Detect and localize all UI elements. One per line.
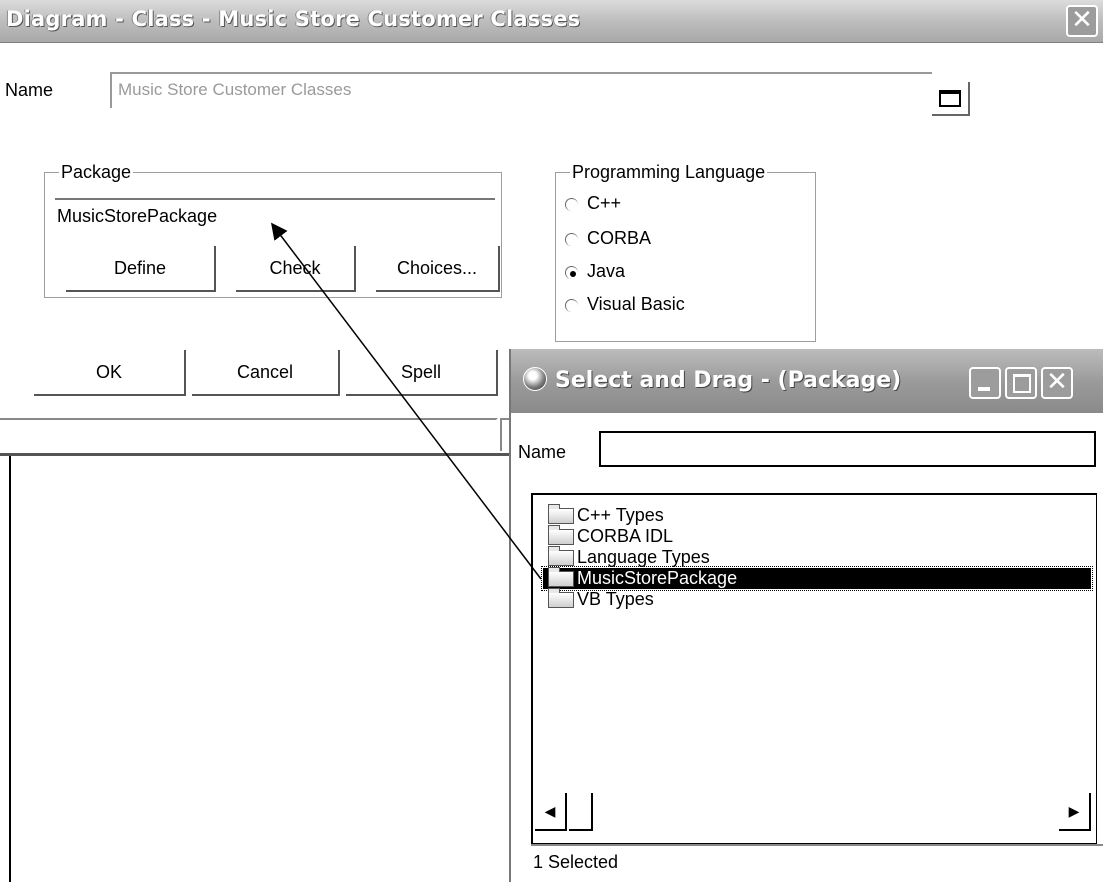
radio-label: Java — [587, 261, 626, 281]
package-value: MusicStorePackage — [57, 206, 218, 226]
status-bar — [0, 418, 498, 451]
package-legend: Package — [61, 162, 132, 182]
name-label: Name — [5, 80, 54, 100]
radio-circle-icon — [565, 198, 578, 211]
cancel-button[interactable]: Cancel — [192, 350, 340, 396]
window-icon — [939, 90, 961, 107]
programming-language-legend: Programming Language — [572, 162, 766, 182]
package-field[interactable]: MusicStorePackage — [55, 198, 495, 230]
tree-item-label: VB Types — [577, 589, 654, 609]
define-button[interactable]: Define — [66, 246, 216, 292]
radio-label: CORBA — [587, 228, 652, 248]
choices-button[interactable]: Choices... — [376, 246, 500, 292]
tree-item[interactable]: CORBA IDL — [543, 525, 1091, 547]
tree-item-label: CORBA IDL — [577, 526, 674, 546]
folder-icon — [548, 567, 574, 587]
select-and-drag-window: Select and Drag - (Package) ✕ Name C++ T… — [509, 349, 1103, 882]
horizontal-scrollbar[interactable]: ◀ ▶ — [531, 793, 1097, 837]
radio-circle-icon — [565, 299, 578, 312]
ok-button[interactable]: OK — [34, 350, 186, 396]
folder-icon — [548, 546, 574, 566]
window-edge — [9, 456, 11, 882]
name-label: Name — [518, 442, 567, 462]
radio-label: C++ — [587, 193, 622, 213]
maximize-icon[interactable] — [1005, 367, 1037, 399]
tree-item-label: Language Types — [577, 547, 710, 567]
select-drag-title: Select and Drag - (Package) — [555, 368, 902, 393]
window-restore-button[interactable] — [932, 82, 970, 116]
spell-button[interactable]: Spell — [346, 350, 498, 396]
app-icon — [523, 367, 547, 391]
close-icon[interactable]: ✕ — [1041, 367, 1073, 399]
close-icon[interactable]: ✕ — [1066, 5, 1098, 37]
tree-item[interactable]: C++ Types — [543, 504, 1091, 526]
tree-item-label: C++ Types — [577, 505, 664, 525]
status-bar: 1 Selected — [531, 844, 1103, 878]
radio-label: Visual Basic — [587, 294, 685, 314]
select-drag-title-bar[interactable]: Select and Drag - (Package) ✕ — [511, 349, 1103, 413]
minimize-icon[interactable] — [969, 367, 1001, 399]
scroll-left-icon[interactable]: ◀ — [535, 793, 567, 831]
folder-icon — [548, 504, 574, 524]
tree-item[interactable]: VB Types — [543, 588, 1091, 610]
scroll-right-icon[interactable]: ▶ — [1059, 793, 1091, 831]
name-value: Music Store Customer Classes — [118, 80, 352, 99]
title-bar: Diagram - Class - Music Store Customer C… — [0, 0, 1103, 43]
radio-circle-icon — [565, 233, 578, 246]
dialog-title: Diagram - Class - Music Store Customer C… — [6, 7, 581, 31]
tree-item-selected[interactable]: MusicStorePackage — [541, 566, 1093, 591]
tree-item-label: MusicStorePackage — [577, 568, 738, 588]
folder-icon — [548, 525, 574, 545]
folder-icon — [548, 588, 574, 608]
check-button[interactable]: Check — [236, 246, 356, 292]
tree-item[interactable]: Language Types — [543, 546, 1091, 568]
name-field[interactable]: Music Store Customer Classes — [110, 72, 932, 108]
radio-selected-dot-icon — [570, 271, 576, 277]
selection-status: 1 Selected — [533, 852, 619, 872]
programming-language-group: Programming Language — [555, 162, 816, 342]
scroll-thumb[interactable] — [569, 793, 593, 831]
name-input[interactable] — [599, 431, 1096, 467]
